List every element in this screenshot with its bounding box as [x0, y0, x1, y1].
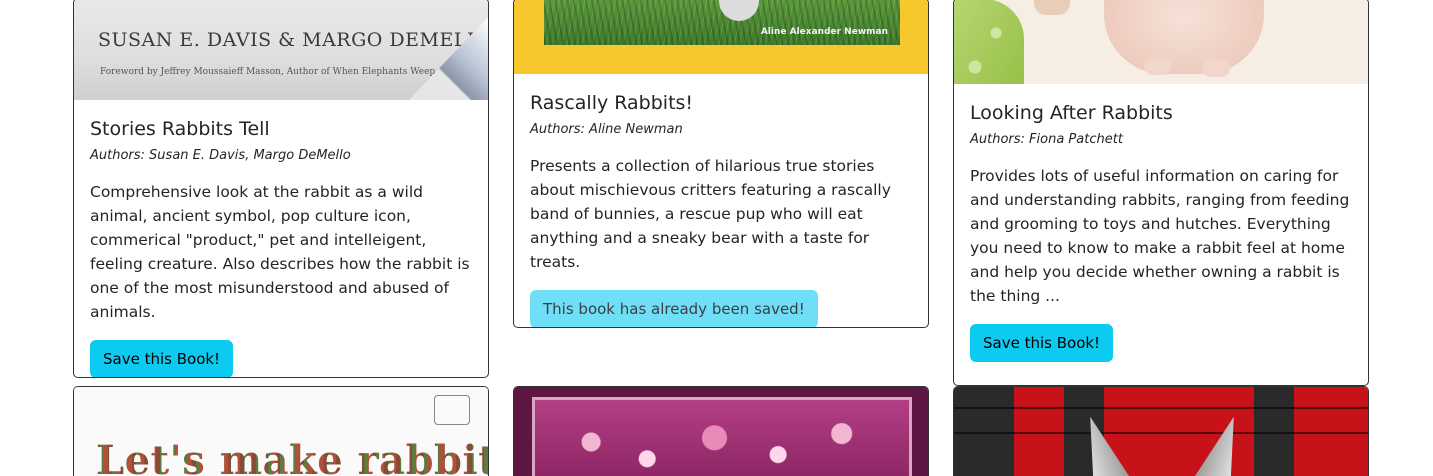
book-cover-image	[514, 387, 928, 476]
toy-graphic	[1034, 0, 1070, 15]
save-book-button[interactable]: Save this Book!	[970, 324, 1114, 362]
book-title: Rascally Rabbits!	[530, 92, 694, 114]
book-card	[513, 386, 929, 476]
book-description: Presents a collection of hilarious true …	[530, 157, 891, 271]
book-card: Let's make rabbits	[73, 386, 489, 476]
book-card	[953, 386, 1369, 476]
cover-author-text: Aline Alexander Newman	[760, 27, 888, 37]
book-description: Comprehensive look at the rabbit as a wi…	[90, 183, 470, 321]
book-card: Aline Alexander Newman Rascally Rabbits!…	[513, 0, 929, 328]
book-card: Looking After Rabbits Authors: Fiona Pat…	[953, 0, 1369, 386]
book-authors: Authors: Aline Newman	[530, 122, 683, 137]
green-pattern-graphic	[954, 0, 1024, 84]
rabbit-foot-graphic	[1144, 57, 1172, 75]
book-title: Looking After Rabbits	[970, 102, 1173, 124]
cover-title-text: Let's make rabbits	[96, 437, 488, 476]
book-title: Stories Rabbits Tell	[90, 118, 270, 140]
publisher-logo-icon	[434, 395, 470, 425]
cover-pattern-graphic	[954, 387, 1368, 476]
cover-pattern-graphic	[532, 397, 912, 476]
rabbit-foot-graphic	[1202, 59, 1230, 77]
book-cover-image: Aline Alexander Newman	[514, 0, 928, 74]
book-description: Provides lots of useful information on c…	[970, 167, 1350, 305]
book-cover-image: Let's make rabbits	[74, 387, 488, 476]
book-authors: Authors: Susan E. Davis, Margo DeMello	[90, 148, 351, 163]
cover-foreword-text: Foreword by Jeffrey Moussaieff Masson, A…	[100, 67, 436, 77]
book-card: SUSAN E. DAVIS & MARGO DEMELLO Foreword …	[73, 0, 489, 378]
save-book-button[interactable]: Save this Book!	[90, 340, 234, 377]
book-authors: Authors: Fiona Patchett	[970, 132, 1123, 147]
book-cover-image: SUSAN E. DAVIS & MARGO DEMELLO Foreword …	[74, 0, 488, 100]
cover-author-text: SUSAN E. DAVIS & MARGO DEMELLO	[98, 29, 488, 51]
book-cover-image	[954, 387, 1368, 476]
rabbit-graphic	[1104, 0, 1264, 74]
book-cover-image	[954, 0, 1368, 84]
already-saved-alert: This book has already been saved!	[530, 290, 818, 327]
